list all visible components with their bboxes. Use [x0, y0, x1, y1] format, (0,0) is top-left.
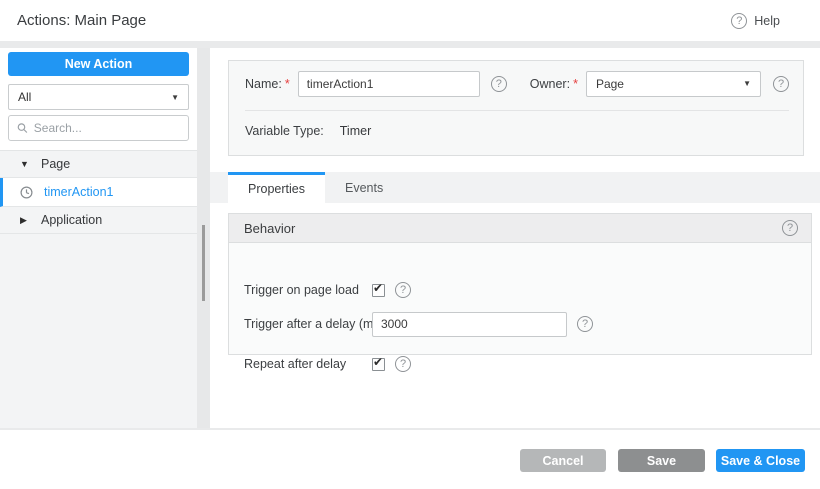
help-link[interactable]: ? Help: [731, 12, 780, 29]
triangle-right-icon: ▶: [20, 214, 27, 225]
required-marker: *: [284, 76, 290, 91]
variable-type-label: Variable Type:: [245, 124, 324, 138]
trigger-on-load-label: Trigger on page load: [244, 283, 359, 297]
behavior-help-icon[interactable]: ?: [782, 220, 798, 236]
triangle-down-icon: ▼: [20, 159, 29, 169]
behavior-row-trigger-on-load: Trigger on page load ✔ ?: [244, 277, 801, 303]
search-icon: [17, 123, 28, 133]
tab-events[interactable]: Events: [325, 172, 403, 203]
trigger-delay-help-icon[interactable]: ?: [577, 316, 593, 332]
variable-type-value: Timer: [339, 124, 372, 138]
variable-type-row: Variable Type: Timer: [245, 124, 371, 138]
behavior-title: Behavior: [244, 220, 296, 236]
dialog-header: Actions: Main Page ? Help: [0, 0, 820, 41]
trigger-on-load-help-icon[interactable]: ?: [395, 282, 411, 298]
help-icon: ?: [731, 12, 748, 29]
filter-dropdown-value: All: [18, 90, 32, 104]
tree-group-application[interactable]: ▶ Application: [0, 207, 197, 234]
behavior-row-trigger-delay: Trigger after a delay (millisec... ?: [244, 311, 801, 337]
name-input[interactable]: [297, 70, 480, 97]
sidebar-scrollbar-track[interactable]: [197, 48, 210, 428]
behavior-section: Behavior ? Trigger on page load ✔ ? Trig…: [228, 213, 812, 372]
tab-properties[interactable]: Properties: [228, 172, 325, 203]
page-title: Actions: Main Page: [17, 12, 147, 29]
action-detail-pane: Name: * ? Owner: * Page ▼ ? Variable Typ…: [210, 48, 820, 428]
repeat-after-delay-checkbox[interactable]: ✔: [372, 354, 385, 371]
behavior-row-repeat: Repeat after delay ✔ ?: [244, 351, 801, 377]
tree-group-page[interactable]: ▼ Page: [0, 151, 197, 178]
behavior-section-header: Behavior ?: [229, 214, 811, 243]
tree-group-label: Page: [41, 157, 71, 171]
name-owner-row: Name: * ? Owner: * Page ▼ ?: [245, 70, 789, 97]
help-label: Help: [754, 13, 780, 28]
repeat-after-delay-label: Repeat after delay: [244, 357, 347, 371]
name-help-icon[interactable]: ?: [490, 75, 507, 92]
panel-divider: [245, 110, 789, 111]
save-button[interactable]: Save: [618, 449, 705, 472]
actions-sidebar: New Action All ▼ ▼ Page timerAction1 ▶ A…: [0, 48, 197, 428]
tree-item-timer-action[interactable]: timerAction1: [0, 178, 197, 207]
trigger-delay-label: Trigger after a delay (millisec...: [244, 317, 372, 331]
required-marker: *: [573, 76, 578, 91]
trigger-delay-input[interactable]: [372, 311, 567, 337]
detail-tabbar: Properties Events: [210, 172, 820, 203]
owner-label: Owner:: [529, 76, 571, 91]
chevron-down-icon: ▼: [171, 92, 179, 102]
owner-help-icon[interactable]: ?: [773, 75, 789, 92]
checkmark-icon: ✔: [373, 280, 384, 295]
actions-tree: ▼ Page timerAction1 ▶ Application: [0, 150, 197, 428]
dialog-footer: Cancel Save Save & Close: [0, 430, 820, 489]
checkmark-icon: ✔: [373, 354, 384, 369]
new-action-button[interactable]: New Action: [8, 52, 189, 76]
owner-dropdown[interactable]: Page ▼: [585, 70, 761, 97]
sidebar-scrollbar-thumb[interactable]: [202, 225, 205, 301]
tree-item-label: timerAction1: [44, 185, 114, 199]
search-box[interactable]: [8, 115, 189, 141]
name-label: Name:: [245, 76, 282, 91]
repeat-after-delay-help-icon[interactable]: ?: [395, 356, 411, 372]
filter-dropdown[interactable]: All ▼: [8, 84, 189, 110]
chevron-down-icon: ▼: [743, 79, 751, 88]
search-input[interactable]: [33, 121, 180, 135]
tree-group-label: Application: [41, 213, 103, 227]
action-header-panel: Name: * ? Owner: * Page ▼ ? Variable Typ…: [228, 60, 804, 156]
clock-icon: [20, 185, 33, 199]
save-and-close-button[interactable]: Save & Close: [716, 449, 805, 472]
cancel-button[interactable]: Cancel: [520, 449, 606, 472]
trigger-on-load-checkbox[interactable]: ✔: [372, 280, 385, 297]
owner-dropdown-value: Page: [595, 76, 624, 91]
